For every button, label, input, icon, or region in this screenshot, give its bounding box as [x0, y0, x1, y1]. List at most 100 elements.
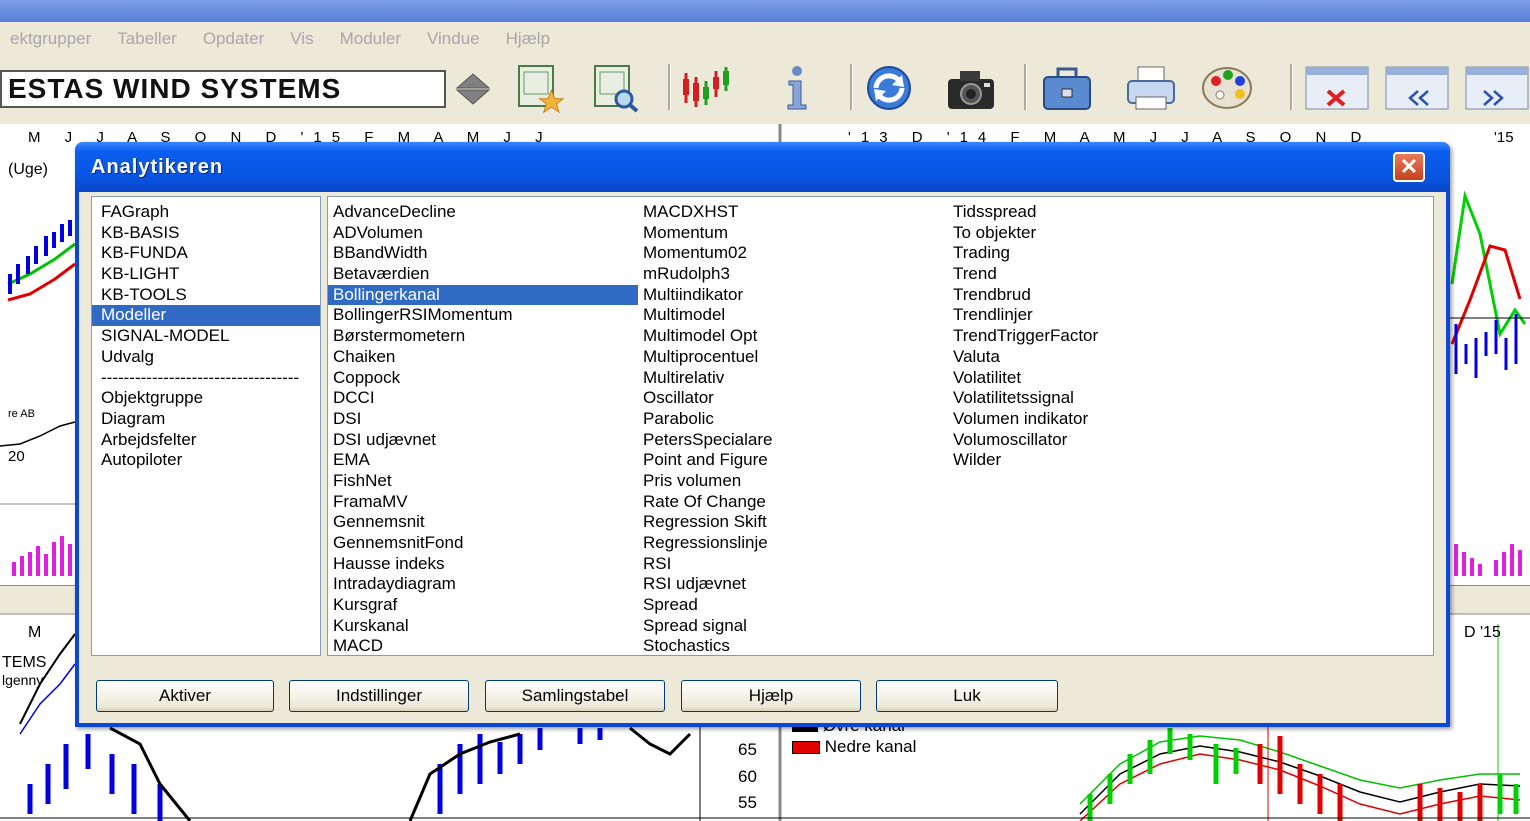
printer-icon[interactable] — [1124, 62, 1178, 114]
model-list-item[interactable]: Spread — [638, 595, 948, 616]
model-list-item[interactable]: MACDXHST — [638, 202, 948, 223]
model-list-item[interactable]: Hausse indeks — [328, 554, 638, 575]
model-list-item[interactable]: Gennemsnit — [328, 512, 638, 533]
model-list-item[interactable]: DCCI — [328, 388, 638, 409]
list-item[interactable]: KB-TOOLS — [92, 285, 320, 306]
model-list-item[interactable]: Regression Skift — [638, 512, 948, 533]
legend-swatch — [792, 741, 820, 755]
info-icon[interactable] — [770, 62, 824, 114]
certificate-star-icon[interactable] — [512, 62, 566, 114]
collection-table-button[interactable]: Samlingstabel — [485, 680, 665, 712]
settings-button[interactable]: Indstillinger — [289, 680, 469, 712]
close-icon[interactable]: ✕ — [1393, 152, 1425, 182]
model-list-item[interactable]: AdvanceDecline — [328, 202, 638, 223]
model-list-item[interactable]: Valuta — [948, 347, 1258, 368]
model-list-item[interactable]: Momentum02 — [638, 243, 948, 264]
model-list-item[interactable]: To objekter — [948, 223, 1258, 244]
list-item[interactable]: FAGraph — [92, 202, 320, 223]
menu-tabeller[interactable]: Tabeller — [117, 29, 177, 49]
model-list-item[interactable]: Kurskanal — [328, 616, 638, 637]
model-list-item[interactable]: DSI — [328, 409, 638, 430]
model-list-item[interactable]: RSI — [638, 554, 948, 575]
palette-icon[interactable] — [1200, 62, 1254, 114]
menu-opdater[interactable]: Opdater — [203, 29, 264, 49]
model-list-item[interactable]: Multirelativ — [638, 368, 948, 389]
briefcase-icon[interactable] — [1040, 62, 1094, 114]
candlestick-icon[interactable] — [680, 62, 734, 114]
model-list-item[interactable]: Parabolic — [638, 409, 948, 430]
model-list-item[interactable]: Pris volumen — [638, 471, 948, 492]
model-list-item[interactable]: Multiprocentuel — [638, 347, 948, 368]
model-list-item[interactable]: Trendlinjer — [948, 305, 1258, 326]
model-list-item[interactable]: Kursgraf — [328, 595, 638, 616]
model-list-item[interactable]: Volatilitetssignal — [948, 388, 1258, 409]
model-list-item[interactable]: Spread signal — [638, 616, 948, 637]
menu-objektgrupper[interactable]: ektgrupper — [10, 29, 91, 49]
list-item[interactable]: KB-BASIS — [92, 223, 320, 244]
model-list[interactable]: AdvanceDecline ADVolumen BBandWidth Betavær… — [327, 196, 1434, 656]
model-list-item[interactable]: Børstermometern — [328, 326, 638, 347]
activate-button[interactable]: Aktiver — [96, 680, 274, 712]
model-list-item[interactable]: Tidsspread — [948, 202, 1258, 223]
list-item[interactable]: Objektgruppe — [92, 388, 320, 409]
model-list-item[interactable]: Wilder — [948, 450, 1258, 471]
model-list-item[interactable]: FishNet — [328, 471, 638, 492]
model-list-item[interactable]: Oscillator — [638, 388, 948, 409]
model-list-item[interactable]: BBandWidth — [328, 243, 638, 264]
close-button[interactable]: Luk — [876, 680, 1058, 712]
model-list-item[interactable]: Volumen indikator — [948, 409, 1258, 430]
list-item[interactable]: KB-LIGHT — [92, 264, 320, 285]
model-list-item[interactable]: DSI udjævnet — [328, 430, 638, 451]
list-item[interactable]: SIGNAL-MODEL — [92, 326, 320, 347]
model-list-item[interactable]: Chaiken — [328, 347, 638, 368]
window-close-icon[interactable] — [1302, 62, 1372, 114]
list-item[interactable]: KB-FUNDA — [92, 243, 320, 264]
category-list[interactable]: FAGraph KB-BASIS KB-FUNDA KB-LIGHT KB-TO… — [91, 196, 321, 656]
list-item[interactable]: Arbejdsfelter — [92, 430, 320, 451]
model-list-item[interactable]: BollingerRSIMomentum — [328, 305, 638, 326]
model-list-item[interactable]: Volatilitet — [948, 368, 1258, 389]
model-list-item[interactable]: Trend — [948, 264, 1258, 285]
menu-hjaelp[interactable]: Hjælp — [506, 29, 550, 49]
list-item[interactable]: Diagram — [92, 409, 320, 430]
model-list-item[interactable]: Coppock — [328, 368, 638, 389]
stock-selector[interactable]: ESTAS WIND SYSTEMS — [0, 70, 446, 108]
window-next-icon[interactable] — [1462, 62, 1530, 114]
menu-moduler[interactable]: Moduler — [340, 29, 401, 49]
list-item[interactable]: Udvalg — [92, 347, 320, 368]
model-list-item[interactable]: GennemsnitFond — [328, 533, 638, 554]
model-list-item[interactable]: RSI udjævnet — [638, 574, 948, 595]
model-list-item[interactable]: PetersSpecialare — [638, 430, 948, 451]
certificate-search-icon[interactable] — [588, 62, 642, 114]
model-list-item[interactable]: Point and Figure — [638, 450, 948, 471]
model-list-item[interactable]: FramaMV — [328, 492, 638, 513]
help-button[interactable]: Hjælp — [681, 680, 861, 712]
list-item[interactable]: Autopiloter — [92, 450, 320, 471]
model-list-item[interactable]: Volumoscillator — [948, 430, 1258, 451]
model-list-item[interactable]: Stochastics — [638, 636, 948, 655]
window-prev-icon[interactable] — [1382, 62, 1452, 114]
menu-vindue[interactable]: Vindue — [427, 29, 480, 49]
model-list-item[interactable]: Trendbrud — [948, 285, 1258, 306]
camera-icon[interactable] — [944, 62, 998, 114]
list-item-selected[interactable]: Modeller — [92, 305, 320, 327]
model-list-item[interactable]: MACD — [328, 636, 638, 655]
model-list-item[interactable]: Rate Of Change — [638, 492, 948, 513]
refresh-icon[interactable] — [862, 62, 916, 114]
model-list-item[interactable]: Multiindikator — [638, 285, 948, 306]
dialog-titlebar[interactable]: Analytikeren ✕ — [75, 142, 1450, 192]
model-list-item[interactable]: Multimodel — [638, 305, 948, 326]
model-list-item[interactable]: TrendTriggerFactor — [948, 326, 1258, 347]
model-list-item[interactable]: Intradaydiagram — [328, 574, 638, 595]
stock-spinner[interactable] — [451, 70, 495, 108]
model-list-item[interactable]: Multimodel Opt — [638, 326, 948, 347]
menu-vis[interactable]: Vis — [290, 29, 313, 49]
model-list-item[interactable]: Trading — [948, 243, 1258, 264]
model-list-item[interactable]: Regressionslinje — [638, 533, 948, 554]
model-list-item[interactable]: Momentum — [638, 223, 948, 244]
model-list-item[interactable]: Betaværdien — [328, 264, 638, 285]
model-list-item[interactable]: ADVolumen — [328, 223, 638, 244]
model-list-item-selected[interactable]: Bollingerkanal — [328, 284, 638, 306]
model-list-item[interactable]: EMA — [328, 450, 638, 471]
model-list-item[interactable]: mRudolph3 — [638, 264, 948, 285]
